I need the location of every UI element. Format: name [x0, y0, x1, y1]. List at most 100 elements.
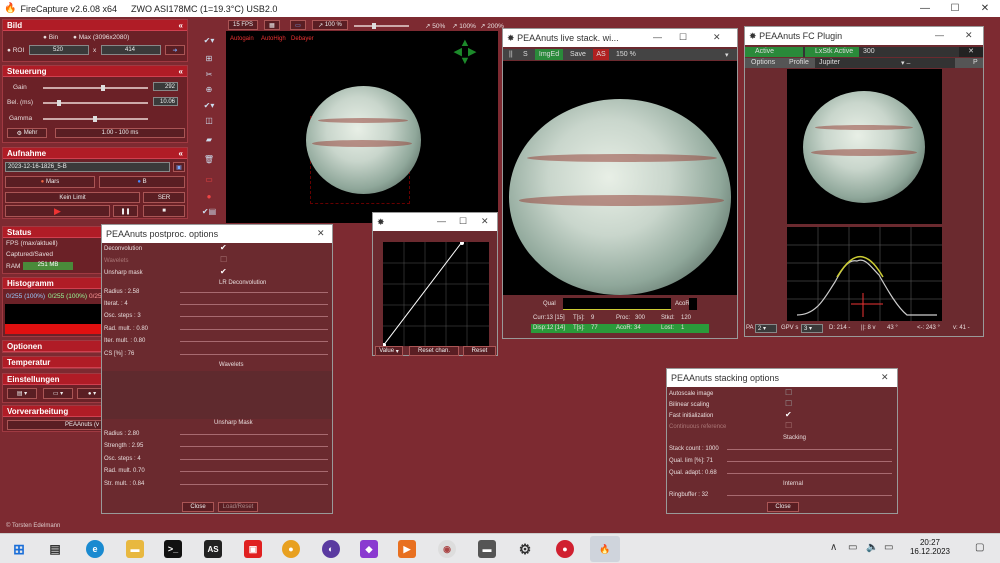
mehr-button[interactable]: ⚙ Mehr: [7, 128, 47, 138]
cs-slider[interactable]: [180, 354, 328, 355]
collapse-icon[interactable]: «: [179, 67, 183, 76]
steuerung-header[interactable]: Steuerung «: [3, 66, 187, 77]
roi-apply-button[interactable]: ➜: [165, 45, 185, 55]
telescope-icon[interactable]: ▬: [478, 540, 496, 558]
format-button[interactable]: SER: [143, 192, 185, 203]
autoscale-check[interactable]: ☐: [785, 388, 792, 397]
continuous-check[interactable]: ☐: [785, 421, 792, 430]
strmult-slider[interactable]: [180, 484, 328, 485]
us-osc-slider[interactable]: [180, 459, 328, 460]
itermult-slider[interactable]: [180, 341, 328, 342]
visual-studio-icon[interactable]: ◆: [360, 540, 378, 558]
capture-tool-icon[interactable]: ▣: [244, 540, 262, 558]
brightness-slider[interactable]: [354, 23, 409, 29]
osc-slider[interactable]: [180, 316, 328, 317]
zoom-50[interactable]: ↗ 50%: [425, 22, 445, 30]
exposure-range[interactable]: 1.00 - 100 ms: [55, 128, 185, 138]
task-view-icon[interactable]: ▤: [46, 540, 64, 558]
save-button[interactable]: Save: [570, 51, 586, 58]
app-yellow-icon[interactable]: ●: [282, 540, 300, 558]
max-option[interactable]: ● Max (3096x2080): [73, 34, 129, 41]
gain-value[interactable]: 292: [153, 82, 178, 91]
minimize-icon[interactable]: —: [910, 0, 940, 17]
s-button[interactable]: S: [523, 51, 528, 58]
minimize-icon[interactable]: —: [437, 216, 446, 226]
close-icon[interactable]: ✕: [713, 32, 721, 43]
volume-icon[interactable]: 🔈: [866, 542, 878, 553]
dot-tool-icon[interactable]: ●: [198, 190, 220, 203]
p-button[interactable]: P: [973, 59, 978, 66]
close-icon[interactable]: ✕: [481, 216, 489, 227]
wavelets-check[interactable]: ☐: [220, 255, 227, 264]
filter-select[interactable]: ● B: [99, 176, 185, 188]
windows-start-icon[interactable]: ⊞: [10, 540, 28, 558]
camera-tool-icon[interactable]: ◫: [198, 114, 220, 127]
stackcount-slider[interactable]: [727, 449, 892, 450]
gamma-knob[interactable]: [93, 116, 97, 122]
notification-icon[interactable]: ▢: [975, 542, 984, 553]
settings-gear-icon[interactable]: ⚙: [516, 540, 534, 558]
collapse-icon[interactable]: «: [179, 21, 183, 30]
overlay-tool-icon[interactable]: ✔▤: [198, 205, 220, 218]
tray-display-icon[interactable]: ▭: [848, 542, 857, 553]
as-button[interactable]: AS: [593, 49, 609, 60]
focus-tool-icon[interactable]: ✔▾: [198, 99, 220, 112]
autogain-toggle[interactable]: Autogain: [230, 36, 254, 42]
network-icon[interactable]: ▭: [884, 542, 893, 553]
tone-curve[interactable]: [383, 242, 489, 346]
zoom-display[interactable]: ↗ 100 %: [312, 20, 348, 30]
folder-icon[interactable]: ▣: [173, 162, 185, 172]
asi-icon[interactable]: AS: [204, 540, 222, 558]
planet-select[interactable]: ● Mars: [5, 176, 95, 188]
tray-chevron-icon[interactable]: ∧: [830, 542, 837, 553]
cut-tool-icon[interactable]: ✂: [198, 68, 220, 81]
zoom-200[interactable]: ↗ 200%: [480, 22, 504, 30]
reset-channel-button[interactable]: Reset chan.: [409, 346, 459, 356]
bel-value[interactable]: 10.06: [153, 97, 178, 106]
collapse-icon[interactable]: «: [179, 149, 183, 158]
aufnahme-header[interactable]: Aufnahme «: [3, 148, 187, 159]
limit-button[interactable]: Kein Limit: [5, 192, 140, 203]
postproc-close-button[interactable]: Close: [182, 502, 214, 512]
close-icon[interactable]: ✕: [970, 0, 1000, 17]
zoom-tool-icon[interactable]: ⊕: [198, 83, 220, 96]
gpv-select[interactable]: 3 ▾: [801, 324, 823, 333]
zoom-100[interactable]: ↗ 100%: [452, 22, 476, 30]
bel-slider[interactable]: [43, 100, 148, 106]
maximize-icon[interactable]: ☐: [459, 216, 467, 227]
fastinit-check[interactable]: ✔: [785, 410, 792, 419]
brightness-knob[interactable]: [372, 23, 376, 29]
active-toggle[interactable]: Active: [745, 47, 803, 57]
minimize-icon[interactable]: —: [653, 32, 662, 42]
app-gray-icon[interactable]: ◉: [438, 540, 456, 558]
live-dropdown-icon[interactable]: ▾: [725, 51, 729, 59]
us-radmult-slider[interactable]: [180, 471, 328, 472]
stop-button[interactable]: ■: [143, 205, 185, 217]
postproc-reset-button[interactable]: Load/Reset: [218, 502, 258, 512]
display-dropdown[interactable]: ▭ ▾: [43, 388, 73, 399]
radius-slider[interactable]: [180, 292, 328, 293]
capture-name[interactable]: 2023-12-16-1826_5-B: [5, 162, 170, 172]
close-icon[interactable]: ✕: [965, 30, 973, 41]
pa-select[interactable]: 2 ▾: [755, 324, 777, 333]
fps-display[interactable]: 15 FPS: [228, 20, 258, 30]
firecapture-taskbar-icon[interactable]: 🔥: [590, 536, 620, 562]
bilinear-check[interactable]: ☐: [785, 399, 792, 408]
gamma-slider[interactable]: [43, 116, 148, 122]
media-player-icon[interactable]: ▶: [398, 540, 416, 558]
camera-preview[interactable]: Autogain AutoHigh Debayer ▲ ◀ ▶ ▼: [226, 31, 498, 223]
close-icon[interactable]: ✕: [881, 372, 889, 383]
channel-select[interactable]: Value ▾: [375, 346, 403, 356]
bild-header[interactable]: Bild «: [3, 20, 187, 31]
quallim-slider[interactable]: [727, 461, 892, 462]
roi-option[interactable]: ● ROI: [7, 47, 24, 54]
unsharp-check[interactable]: ✔: [220, 267, 227, 276]
profile-menu[interactable]: Profile: [789, 59, 809, 66]
lxstk-toggle[interactable]: LxStk Active: [805, 47, 859, 57]
bel-knob[interactable]: [57, 100, 61, 106]
ringbuffer-slider[interactable]: [727, 495, 892, 496]
debayer-toggle[interactable]: Debayer: [291, 36, 314, 42]
imged-button[interactable]: ImgEd: [535, 49, 563, 60]
options-menu[interactable]: Options: [751, 59, 775, 66]
us-radius-slider[interactable]: [180, 434, 328, 435]
